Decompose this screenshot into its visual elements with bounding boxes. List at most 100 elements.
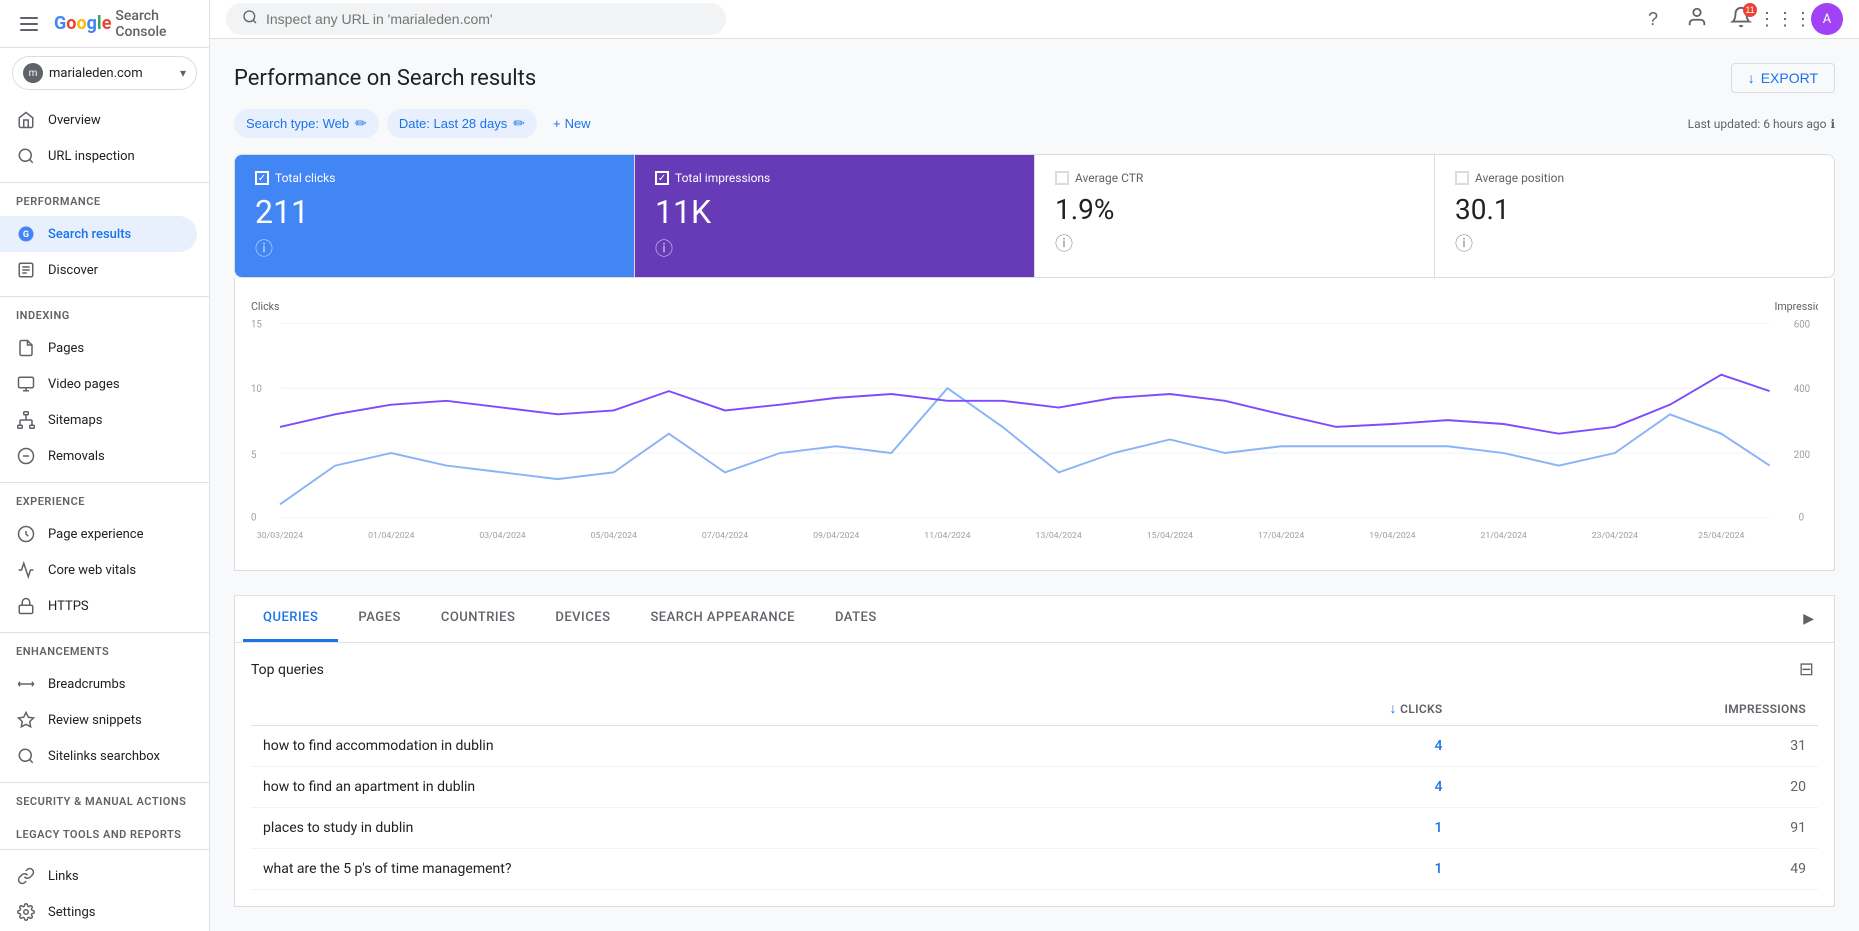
sidebar-item-search-results[interactable]: G Search results [0,216,197,252]
info-icon[interactable]: ⓘ [255,235,614,261]
sidebar-item-page-experience[interactable]: Page experience [0,516,197,552]
account-circle-button[interactable] [1679,1,1715,37]
metric-avg-ctr[interactable]: Average CTR 1.9% ⓘ [1035,155,1435,277]
clicks-cell: 4 [1189,726,1454,767]
metric-value: 11K [655,193,1014,231]
hamburger-button[interactable] [12,9,46,39]
sidebar-item-url-inspection[interactable]: URL inspection [0,138,197,174]
tab-queries[interactable]: QUERIES [243,596,338,642]
table-row[interactable]: places to study in dublin 1 91 [251,808,1818,849]
svg-text:Clicks: Clicks [251,300,280,313]
search-type-filter[interactable]: Search type: Web ✏ [234,109,379,138]
sidebar-item-breadcrumbs[interactable]: Breadcrumbs [0,666,197,702]
sidebar-item-label: Settings [48,905,95,920]
metric-value: 30.1 [1455,193,1814,226]
help-button[interactable]: ? [1635,1,1671,37]
sidebar-header: Google Search Console [0,0,209,48]
sidebar-item-label: Core web vitals [48,563,136,578]
sidebar: Google Search Console m marialeden.com ▾… [0,0,210,931]
tab-countries[interactable]: COUNTRIES [421,596,536,642]
svg-text:15/04/2024: 15/04/2024 [1147,531,1193,541]
sidebar-item-core-web-vitals[interactable]: Core web vitals [0,552,197,588]
avatar[interactable]: A [1811,3,1843,35]
info-icon[interactable]: ⓘ [655,235,1014,261]
page-header: Performance on Search results ↓ EXPORT [234,63,1835,93]
edit-icon: ✏ [513,115,525,132]
tab-dates[interactable]: DATES [815,596,897,642]
query-cell: what are the 5 p's of time management? [251,849,1189,890]
metric-label-text: Total clicks [275,171,335,185]
apps-button[interactable]: ⋮⋮⋮ [1767,1,1803,37]
clicks-cell: 1 [1189,808,1454,849]
sidebar-item-settings[interactable]: Settings [0,894,197,930]
svg-text:10: 10 [251,384,262,395]
notifications-button[interactable]: 11 [1723,1,1759,37]
sidebar-item-sitelinks-searchbox[interactable]: Sitelinks searchbox [0,738,197,774]
sidebar-item-video-pages[interactable]: Video pages [0,366,197,402]
url-search-input[interactable] [266,11,710,27]
export-button[interactable]: ↓ EXPORT [1731,63,1835,93]
sidebar-item-pages[interactable]: Pages [0,330,197,366]
settings-icon [16,902,36,922]
metric-total-impressions[interactable]: Total impressions 11K ⓘ [635,155,1035,277]
sidebar-item-label: Search results [48,227,131,242]
sidebar-item-https[interactable]: HTTPS [0,588,197,624]
table-filter-button[interactable]: ⊟ [1795,655,1818,684]
svg-text:17/04/2024: 17/04/2024 [1258,531,1304,541]
metric-checkbox [1455,171,1469,185]
plus-icon: + [553,116,561,131]
tab-label: DEVICES [555,610,610,625]
col-clicks[interactable]: ↓ Clicks [1189,692,1454,726]
sitemap-icon [16,410,36,430]
metric-value: 211 [255,193,614,231]
tabs-row: QUERIES PAGES COUNTRIES DEVICES SEARCH A… [235,596,1834,643]
url-search-bar[interactable] [226,3,726,35]
filter-bar: Search type: Web ✏ Date: Last 28 days ✏ … [234,109,1835,138]
site-selector[interactable]: m marialeden.com ▾ [12,56,197,90]
filter-chip-label: Date: Last 28 days [399,116,507,131]
impressions-cell: 20 [1455,767,1819,808]
metric-total-clicks[interactable]: Total clicks 211 ⓘ [235,155,635,277]
tab-pages[interactable]: PAGES [338,596,420,642]
info-icon[interactable]: ⓘ [1455,230,1814,256]
svg-text:G: G [23,230,29,240]
filter-list-icon: ⊟ [1799,659,1814,679]
tab-search-appearance[interactable]: SEARCH APPEARANCE [630,596,815,642]
nav-section-experience: Page experience Core web vitals HTTPS [0,512,209,628]
main-content: ? 11 ⋮⋮⋮ A Performance on Search results [210,0,1859,931]
tab-label: SEARCH APPEARANCE [650,610,795,625]
chevron-down-icon: ▾ [180,66,186,80]
export-label: EXPORT [1761,70,1818,86]
col-query [251,692,1189,726]
info-icon[interactable]: ⓘ [1055,230,1414,256]
metric-label-text: Average CTR [1075,171,1143,185]
new-filter-button[interactable]: + New [545,110,599,137]
sidebar-item-overview[interactable]: Overview [0,102,197,138]
sidebar-item-links[interactable]: Links [0,858,197,894]
tab-devices[interactable]: DEVICES [535,596,630,642]
sidebar-item-review-snippets[interactable]: Review snippets [0,702,197,738]
metrics-row: Total clicks 211 ⓘ Total impressions 11K… [234,154,1835,278]
sidebar-item-discover[interactable]: Discover [0,252,197,288]
lock-icon [16,596,36,616]
site-domain: marialeden.com [49,66,143,81]
svg-text:0: 0 [251,513,256,524]
tab-label: COUNTRIES [441,610,516,625]
sidebar-item-removals[interactable]: Removals [0,438,197,474]
col-impressions[interactable]: Impressions [1455,692,1819,726]
table-row[interactable]: how to find an apartment in dublin 4 20 [251,767,1818,808]
table-row[interactable]: how to find accommodation in dublin 4 31 [251,726,1818,767]
tabs-container: QUERIES PAGES COUNTRIES DEVICES SEARCH A… [234,595,1835,907]
table-row[interactable]: what are the 5 p's of time management? 1… [251,849,1818,890]
metric-avg-position[interactable]: Average position 30.1 ⓘ [1435,155,1834,277]
date-range-filter[interactable]: Date: Last 28 days ✏ [387,109,537,138]
query-cell: how to find an apartment in dublin [251,767,1189,808]
svg-text:21/04/2024: 21/04/2024 [1481,531,1527,541]
last-updated: Last updated: 6 hours ago ℹ [1688,117,1835,131]
tabs-more-button[interactable]: ▶ [1791,597,1826,641]
sidebar-item-sitemaps[interactable]: Sitemaps [0,402,197,438]
link-icon [16,866,36,886]
table-section: Top queries ⊟ ↓ Clicks [235,643,1834,906]
sidebar-section-legacy: Legacy tools and reports [0,820,209,845]
svg-text:09/04/2024: 09/04/2024 [813,531,859,541]
